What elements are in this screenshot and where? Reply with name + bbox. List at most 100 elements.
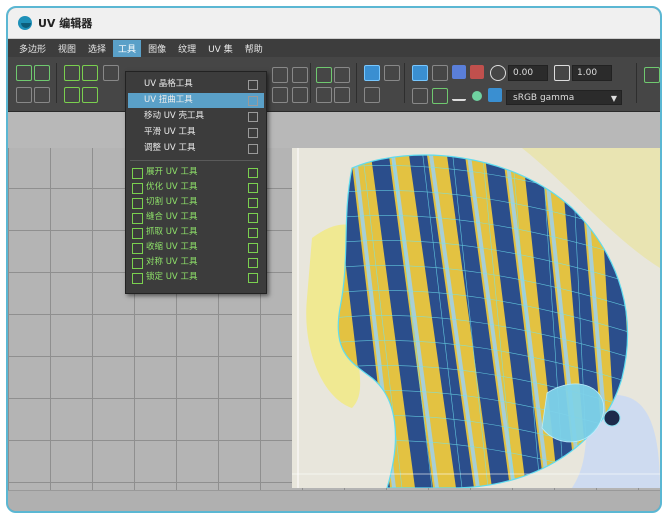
color-icon[interactable]	[470, 65, 484, 79]
frame-icon[interactable]	[334, 87, 350, 103]
unfold-icon	[132, 168, 143, 179]
sew-uv-icon[interactable]	[82, 65, 98, 81]
align-icon[interactable]	[103, 65, 119, 81]
pixel-snap-icon[interactable]	[316, 87, 332, 103]
menu-item-label: 平滑 UV 工具	[144, 127, 196, 137]
menu-item-label: 移动 UV 壳工具	[144, 111, 204, 121]
menu-item-move-uv-shell-tool[interactable]: 移动 UV 壳工具	[128, 109, 264, 124]
menu-item-label: 锁定 UV 工具	[146, 272, 198, 282]
menu-item-label: 切割 UV 工具	[146, 197, 198, 207]
option-box-icon[interactable]	[248, 273, 258, 283]
shading-icon[interactable]	[384, 65, 400, 81]
refresh-icon[interactable]	[432, 65, 448, 81]
window-title: UV 编辑器	[38, 17, 93, 30]
menu-tools[interactable]: 工具	[113, 39, 142, 57]
orient-icon[interactable]	[292, 87, 308, 103]
toolbar-separator	[404, 63, 405, 103]
checker-icon[interactable]	[334, 67, 350, 83]
uv-shell-icon[interactable]	[34, 65, 50, 81]
option-box-icon[interactable]	[248, 144, 258, 154]
cut-icon	[132, 198, 143, 209]
exposure-icon[interactable]	[490, 65, 506, 81]
cut-uv-icon[interactable]	[64, 65, 80, 81]
uv-texture-view[interactable]	[292, 148, 660, 488]
tools-dropdown-menu: UV 晶格工具 UV 扭曲工具 移动 UV 壳工具 平滑 UV 工具 调整 UV…	[125, 71, 267, 294]
menu-select[interactable]: 选择	[83, 40, 111, 57]
view-transform-icon[interactable]	[488, 88, 502, 102]
title-bar: UV 编辑器	[8, 8, 660, 39]
unfold-icon[interactable]	[64, 87, 80, 103]
menu-item-smooth-uv-tool[interactable]: 平滑 UV 工具	[128, 125, 264, 140]
menu-item-symmetrize-uv-tool[interactable]: 对称 UV 工具	[128, 255, 264, 270]
menu-view[interactable]: 视图	[53, 40, 81, 57]
option-box-icon[interactable]	[248, 96, 258, 106]
option-box-icon[interactable]	[248, 228, 258, 238]
option-box-icon[interactable]	[248, 258, 258, 268]
option-box-icon[interactable]	[248, 112, 258, 122]
menu-item-tweak-uv-tool[interactable]: 调整 UV 工具	[128, 141, 264, 156]
toolbar-separator	[356, 63, 357, 103]
menu-image[interactable]: 图像	[143, 40, 171, 57]
option-box-icon[interactable]	[248, 128, 258, 138]
menu-uv-sets[interactable]: UV 集	[203, 40, 238, 57]
menu-item-uv-lattice-tool[interactable]: UV 晶格工具	[128, 77, 264, 92]
flip-icon[interactable]	[16, 87, 32, 103]
channels-icon[interactable]	[452, 65, 466, 79]
menu-item-label: 优化 UV 工具	[146, 182, 198, 192]
toolbar-separator	[56, 63, 57, 103]
option-box-icon[interactable]	[248, 198, 258, 208]
menu-divider	[130, 160, 260, 161]
texture-display-icon[interactable]	[364, 65, 380, 81]
menu-item-label: UV 扭曲工具	[144, 95, 193, 105]
menu-textures[interactable]: 纹理	[173, 40, 201, 57]
menu-item-label: UV 晶格工具	[144, 79, 193, 89]
dim-icon[interactable]	[452, 93, 466, 101]
maya-logo-icon	[18, 16, 32, 30]
fish-texture-image	[292, 148, 660, 488]
menu-item-optimize-uv-tool[interactable]: 优化 UV 工具	[128, 180, 264, 195]
extra-tool-icon[interactable]	[644, 67, 660, 83]
layout-icon[interactable]	[82, 87, 98, 103]
chevron-down-icon: ▼	[610, 94, 617, 103]
grab-icon	[132, 228, 143, 239]
menu-item-unfold-uv-tool[interactable]: 展开 UV 工具	[128, 165, 264, 180]
color-space-select[interactable]: sRGB gamma ▼	[506, 90, 622, 105]
pinch-icon	[132, 243, 143, 254]
menu-item-pinch-uv-tool[interactable]: 收缩 UV 工具	[128, 240, 264, 255]
menu-item-sew-uv-tool[interactable]: 缝合 UV 工具	[128, 210, 264, 225]
uv-distortion-icon[interactable]	[364, 87, 380, 103]
menu-item-label: 缝合 UV 工具	[146, 212, 198, 222]
symmetrize-icon	[132, 258, 143, 269]
gamma-icon[interactable]	[554, 65, 570, 81]
color-space-value: sRGB gamma	[513, 93, 575, 103]
optimize-icon	[132, 183, 143, 194]
menu-item-cut-uv-tool[interactable]: 切割 UV 工具	[128, 195, 264, 210]
option-box-icon[interactable]	[248, 213, 258, 223]
bottom-ruler	[8, 490, 660, 511]
distribute-icon[interactable]	[272, 67, 288, 83]
pin-icon	[132, 273, 143, 284]
menu-item-uv-warp-tool[interactable]: UV 扭曲工具	[128, 93, 264, 108]
grid-icon[interactable]	[316, 67, 332, 83]
image-icon[interactable]	[412, 65, 428, 81]
stack-icon[interactable]	[292, 67, 308, 83]
gamma-field[interactable]: 1.00	[572, 65, 612, 81]
menu-item-label: 对称 UV 工具	[146, 257, 198, 267]
uv-editor-window: UV 编辑器 多边形 视图 选择 工具 图像 纹理 UV 集 帮助 0.00 1…	[6, 6, 662, 513]
option-box-icon[interactable]	[248, 183, 258, 193]
menu-item-grab-uv-tool[interactable]: 抓取 UV 工具	[128, 225, 264, 240]
option-box-icon[interactable]	[248, 243, 258, 253]
menu-help[interactable]: 帮助	[240, 40, 268, 57]
rotate-icon[interactable]	[34, 87, 50, 103]
grid-display-icon[interactable]	[412, 88, 428, 104]
uv-select-icon[interactable]	[16, 65, 32, 81]
color-manage-icon[interactable]	[472, 91, 482, 101]
menu-item-pin-uv-tool[interactable]: 锁定 UV 工具	[128, 270, 264, 285]
snap-icon[interactable]	[272, 87, 288, 103]
view-icon[interactable]	[432, 88, 448, 104]
exposure-field[interactable]: 0.00	[508, 65, 548, 81]
option-box-icon[interactable]	[248, 80, 258, 90]
sew-icon	[132, 213, 143, 224]
option-box-icon[interactable]	[248, 168, 258, 178]
menu-polygons[interactable]: 多边形	[14, 40, 51, 57]
